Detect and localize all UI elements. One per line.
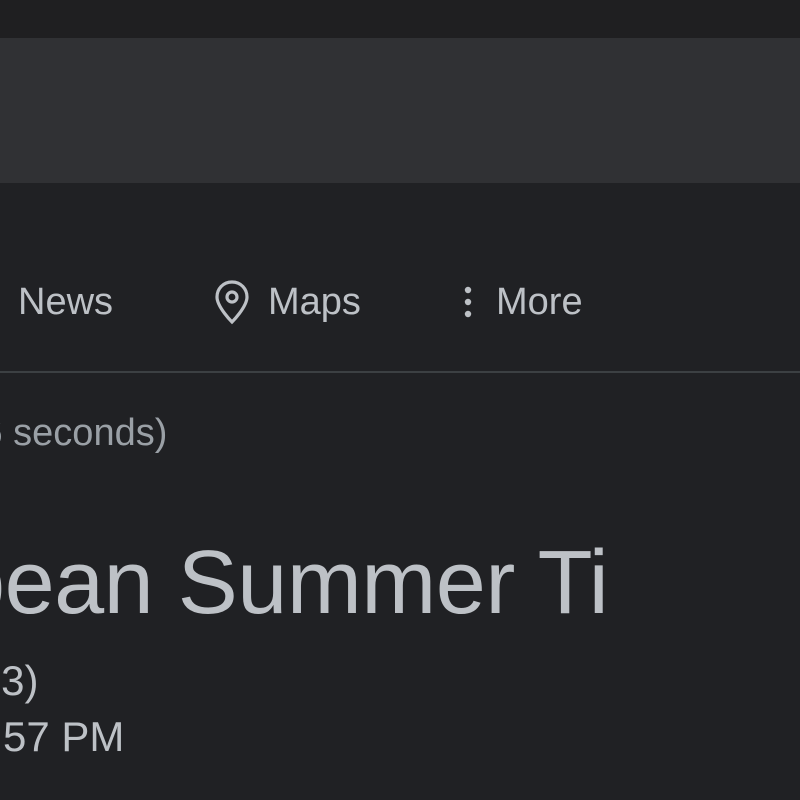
timezone-title: ropean Summer Ti bbox=[0, 533, 609, 633]
search-results-page: News Maps More (0.46 seconds) bbox=[0, 0, 800, 800]
tab-news[interactable]: News bbox=[0, 262, 113, 342]
tab-more[interactable]: More bbox=[456, 262, 583, 342]
tab-news-label: News bbox=[18, 280, 114, 323]
search-bar[interactable] bbox=[0, 38, 800, 183]
timezone-current-time: 2:57 PM bbox=[0, 713, 125, 760]
tab-maps[interactable]: Maps bbox=[212, 262, 361, 342]
more-vert-icon bbox=[456, 282, 480, 322]
timezone-offset: MT+3) bbox=[0, 657, 39, 704]
search-tabs: News Maps More bbox=[0, 262, 800, 342]
map-pin-icon bbox=[212, 278, 252, 326]
browser-top-strip bbox=[0, 0, 800, 38]
news-icon bbox=[0, 287, 2, 317]
result-stats: (0.46 seconds) bbox=[0, 412, 168, 454]
tab-more-label: More bbox=[496, 280, 583, 323]
tab-maps-label: Maps bbox=[268, 280, 361, 323]
tabs-divider bbox=[0, 371, 800, 373]
